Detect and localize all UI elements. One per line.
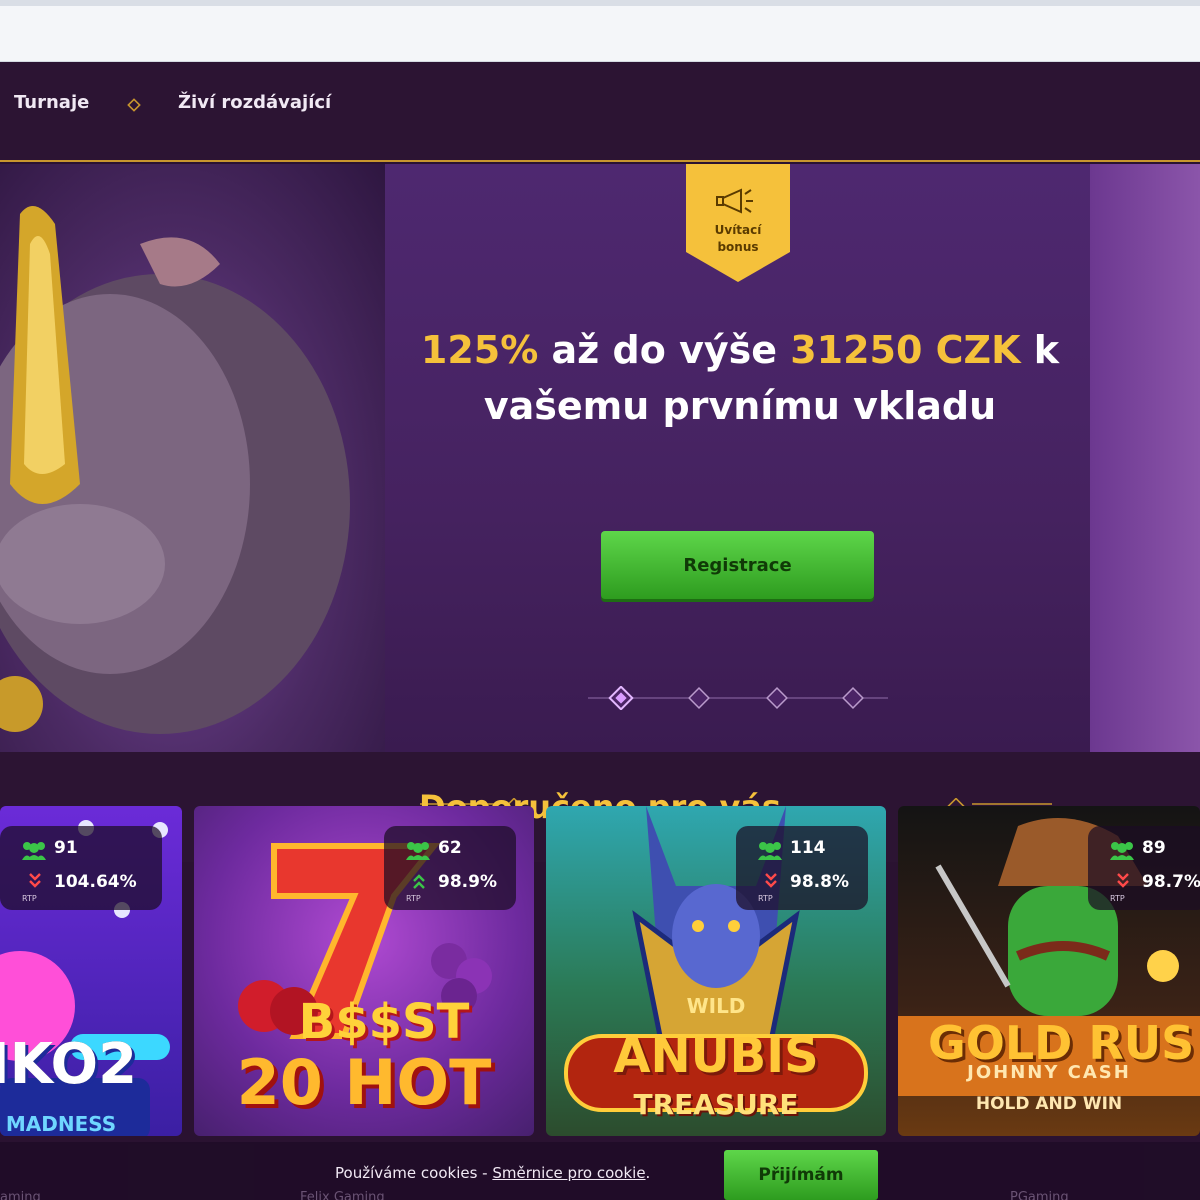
browser-top-bar <box>0 0 1200 6</box>
players-count: 62 <box>438 838 462 858</box>
players-icon <box>1110 842 1134 860</box>
headline-text-a: až do výše <box>538 328 791 372</box>
provider-label: PGaming <box>1010 1190 1069 1200</box>
players-count: 91 <box>54 838 78 858</box>
accept-cookies-button[interactable]: Přijímám <box>724 1150 878 1200</box>
players-icon <box>22 842 46 860</box>
rtp-label: RTP <box>22 894 37 903</box>
rtp-value: 98.7% <box>1142 872 1200 892</box>
rtp-label: RTP <box>406 894 421 903</box>
cookie-policy-link[interactable]: Směrnice pro cookie <box>492 1164 645 1182</box>
rtp-label: RTP <box>758 894 773 903</box>
trend-down-icon <box>765 873 777 888</box>
carousel-dot-1[interactable] <box>608 686 634 710</box>
game-stats: 91 104.64% RTP <box>0 826 162 910</box>
provider-label: Felix Gaming <box>300 1190 385 1200</box>
carousel-dots <box>588 686 888 710</box>
game-title: IKO2 <box>0 1032 138 1097</box>
hero-headline: 125% až do výše 31250 CZK k vašemu první… <box>390 322 1090 434</box>
game-title-line-2: 20 HOT <box>236 1046 492 1119</box>
game-subtitle-2: HOLD AND WIN <box>975 1094 1123 1114</box>
game-card-20-boost-hot[interactable]: 62 98.9% RTP B$$ST 20 HOT <box>194 806 534 1136</box>
game-tag-wild: WILD <box>686 994 746 1018</box>
browser-chrome <box>0 0 1200 62</box>
rtp-value: 98.8% <box>790 872 849 892</box>
casino-site: Turnaje Živí rozdávající Uvítací bonus 1… <box>0 62 1200 1200</box>
welcome-bonus-label: Uvítací bonus <box>686 222 790 256</box>
headline-line-2: vašemu prvnímu vkladu <box>483 384 997 428</box>
cookie-message: Používáme cookies - Směrnice pro cookie. <box>335 1164 650 1182</box>
badge-line-1: Uvítací <box>714 223 762 237</box>
register-button[interactable]: Registrace <box>601 531 874 599</box>
players-icon <box>406 842 430 860</box>
game-stats: 114 98.8% RTP <box>736 826 868 910</box>
headline-percent: 125% <box>420 328 539 372</box>
rhino-illustration <box>0 206 350 734</box>
headline-text-b: k <box>1020 328 1060 372</box>
hero-banner: Uvítací bonus 125% až do výše 31250 CZK … <box>0 164 1200 752</box>
diamond-separator-icon <box>127 98 141 112</box>
game-title: ANUBIS <box>613 1028 819 1084</box>
trend-up-icon <box>413 874 425 889</box>
headline-amount: 31250 CZK <box>790 328 1021 372</box>
nav-item-tournaments[interactable]: Turnaje <box>14 92 89 113</box>
provider-label: aming <box>0 1190 41 1200</box>
game-card-anubis-treasure[interactable]: 114 98.8% RTP WILD ANUBIS TREASURE <box>546 806 886 1136</box>
game-card-gold-rush[interactable]: 89 98.7% RTP GOLD RUS JOHNNY CASH HOLD A… <box>898 806 1200 1136</box>
cookie-text: Používáme cookies - <box>335 1164 493 1182</box>
rtp-value: 98.9% <box>438 872 497 892</box>
players-count: 89 <box>1142 838 1166 858</box>
badge-line-2: bonus <box>717 240 759 254</box>
game-stats: 89 98.7% RTP <box>1088 826 1200 910</box>
carousel-dot-4[interactable] <box>842 687 864 709</box>
hero-right-panel <box>1090 164 1200 752</box>
cookie-suffix: . <box>645 1164 651 1182</box>
headline-line-1: 125% až do výše 31250 CZK k <box>390 322 1090 378</box>
top-navigation: Turnaje Živí rozdávající <box>0 62 1200 162</box>
trend-down-icon <box>1117 873 1129 888</box>
game-card-plinko[interactable]: 91 104.64% RTP IKO2 ER MADNESS <box>0 806 182 1136</box>
game-subtitle: JOHNNY CASH <box>967 1062 1131 1083</box>
carousel-dot-3[interactable] <box>766 687 788 709</box>
game-title: B$$ST <box>298 994 470 1050</box>
rtp-label: RTP <box>1110 894 1125 903</box>
megaphone-icon <box>716 188 753 214</box>
players-count: 114 <box>790 838 826 858</box>
game-title-line-2: TREASURE <box>633 1088 799 1121</box>
nav-item-live-dealers[interactable]: Živí rozdávající <box>178 92 331 113</box>
trend-down-icon <box>29 873 41 888</box>
carousel-dot-2[interactable] <box>688 687 710 709</box>
game-stats: 62 98.9% RTP <box>384 826 516 910</box>
game-subtitle: ER MADNESS <box>0 1112 117 1136</box>
players-icon <box>758 842 782 860</box>
rtp-value: 104.64% <box>54 872 137 892</box>
